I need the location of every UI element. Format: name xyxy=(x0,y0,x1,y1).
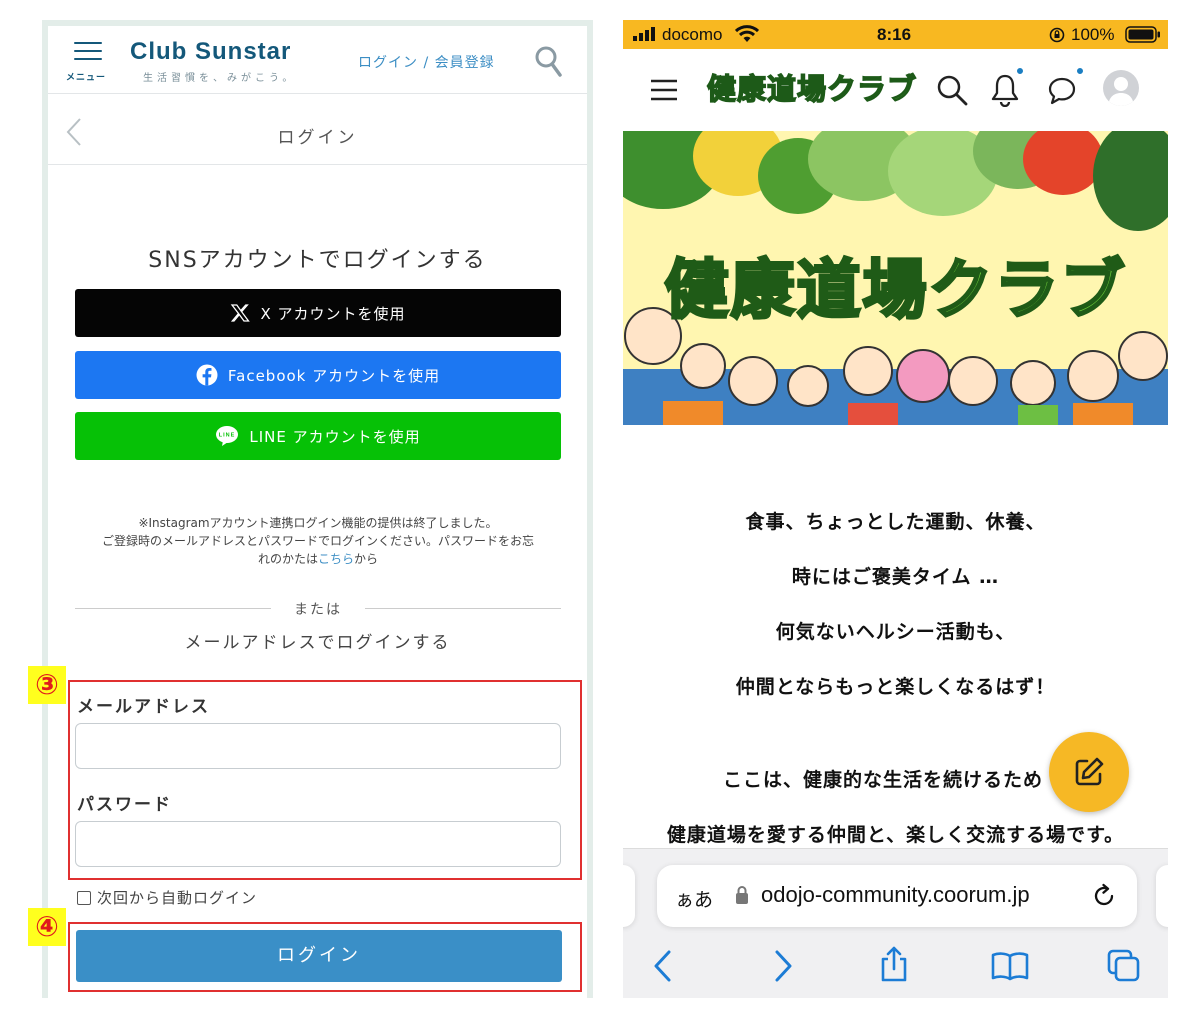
url-text[interactable]: odojo-community.coorum.jp xyxy=(761,882,1030,908)
intro-line-2: 時にはご褒美タイム … xyxy=(791,566,1000,588)
email-login-heading: メールアドレスでログインする xyxy=(184,633,451,653)
facebook-login-button[interactable]: Facebook アカウントを使用 xyxy=(75,351,561,399)
ios-status-bar: docomo 8:16 100% xyxy=(623,20,1168,49)
address-bar[interactable]: ぁあ odojo-community.coorum.jp xyxy=(657,865,1137,927)
battery-icon xyxy=(1125,26,1160,43)
edit-icon xyxy=(1075,757,1104,786)
intro-line-3: 何気ないヘルシー活動も、 xyxy=(775,621,1016,643)
search-icon[interactable] xyxy=(535,46,563,78)
next-tab-edge[interactable] xyxy=(1156,865,1168,927)
banner-title: 健康道場クラブ xyxy=(663,253,1127,330)
intro-line-4: 仲間とならもっと楽しくなるはず！ xyxy=(735,676,1056,698)
orientation-lock-icon xyxy=(1049,27,1065,43)
chat-icon[interactable] xyxy=(1047,74,1081,106)
notice-suffix: から xyxy=(354,552,379,566)
page-subbar: ログイン xyxy=(48,95,587,165)
notice-line-2: ご登録時のメールアドレスとパスワードでログインください。パスワードをお忘 xyxy=(101,534,534,548)
login-button[interactable]: ログイン xyxy=(76,930,562,982)
chat-dot xyxy=(1075,66,1085,76)
forward-icon[interactable] xyxy=(773,949,793,983)
sns-login-heading: SNSアカウントでログインする xyxy=(148,248,487,273)
reload-icon[interactable] xyxy=(1091,883,1117,909)
tabs-icon[interactable] xyxy=(1107,949,1141,983)
compose-post-button[interactable] xyxy=(1049,732,1129,812)
reader-options[interactable]: ぁあ xyxy=(675,885,713,912)
app-header: 健康道場クラブ xyxy=(623,49,1168,131)
x-logo-icon xyxy=(231,304,251,322)
site-header: メニュー Club Sunstar 生活習慣を、みがこう。 ログイン / 会員登… xyxy=(48,26,587,94)
sunstar-login-screen: メニュー Club Sunstar 生活習慣を、みがこう。 ログイン / 会員登… xyxy=(28,20,593,998)
carrier-name: docomo xyxy=(662,25,723,44)
prev-tab-edge[interactable] xyxy=(623,865,635,927)
safari-toolbar: ぁあ odojo-community.coorum.jp xyxy=(623,848,1168,998)
notice-line-1: ※Instagramアカウント連携ログイン機能の提供は終了しました。 xyxy=(138,516,498,530)
auto-login-row[interactable]: 次回から自動ログイン xyxy=(77,887,257,908)
kenko-dojo-mobile-screen: docomo 8:16 100% 健康道場クラブ 健康道場クラブ 食事、ちょっと… xyxy=(623,20,1168,998)
email-label: メールアドレス xyxy=(77,697,210,717)
brand-tagline: 生活習慣を、みがこう。 xyxy=(143,73,297,84)
svg-text:LINE: LINE xyxy=(219,433,236,439)
signal-icon xyxy=(633,27,655,41)
auto-login-checkbox[interactable] xyxy=(77,890,91,905)
notification-bell-icon[interactable] xyxy=(990,73,1020,107)
menu-icon[interactable] xyxy=(650,79,678,101)
wifi-icon xyxy=(735,25,759,42)
or-divider: または xyxy=(75,599,561,618)
community-logo[interactable]: 健康道場クラブ xyxy=(706,66,917,108)
status-time: 8:16 xyxy=(877,25,912,44)
avatar-icon xyxy=(1108,77,1134,106)
battery-percent: 100% xyxy=(1071,25,1115,44)
line-logo-icon: LINE xyxy=(216,426,239,446)
bookmarks-icon[interactable] xyxy=(991,951,1029,981)
search-icon[interactable] xyxy=(936,74,968,106)
notice-line-3: れのかたはこちらから xyxy=(75,550,561,568)
login-register-link[interactable]: ログイン / 会員登録 xyxy=(358,52,495,72)
intro-line-1: 食事、ちょっとした運動、休養、 xyxy=(745,511,1046,533)
back-icon[interactable] xyxy=(653,949,673,983)
notice-prefix: れのかたは xyxy=(257,552,318,566)
lock-icon xyxy=(736,886,748,904)
line-login-label: LINE アカウントを使用 xyxy=(249,427,421,446)
auto-login-label: 次回から自動ログイン xyxy=(97,889,258,907)
share-icon[interactable] xyxy=(878,945,910,983)
community-banner: 健康道場クラブ xyxy=(623,131,1168,425)
facebook-logo-icon xyxy=(196,364,218,386)
x-login-button[interactable]: X アカウントを使用 xyxy=(75,289,561,337)
password-reset-link[interactable]: こちら xyxy=(318,552,354,566)
password-field[interactable] xyxy=(75,821,561,867)
x-login-label: X アカウントを使用 xyxy=(260,304,406,323)
password-label: パスワード xyxy=(77,795,172,815)
facebook-login-label: Facebook アカウントを使用 xyxy=(227,366,441,385)
email-field[interactable] xyxy=(75,723,561,769)
instagram-notice: ※Instagramアカウント連携ログイン機能の提供は終了しました。 ご登録時の… xyxy=(75,514,561,568)
avatar[interactable] xyxy=(1103,70,1139,106)
menu-icon[interactable] xyxy=(74,42,102,66)
line-login-button[interactable]: LINE LINE アカウントを使用 xyxy=(75,412,561,460)
brand-logo[interactable]: Club Sunstar xyxy=(130,38,291,66)
or-text: または xyxy=(294,602,342,618)
menu-label[interactable]: メニュー xyxy=(66,70,106,83)
annotation-badge-4: ④ xyxy=(28,908,66,946)
intro-line-6: 健康道場を愛する仲間と、楽しく交流する場です。 xyxy=(666,824,1125,846)
annotation-badge-3: ③ xyxy=(28,666,66,704)
page-title: ログイン xyxy=(277,128,358,148)
notification-dot xyxy=(1015,66,1025,76)
